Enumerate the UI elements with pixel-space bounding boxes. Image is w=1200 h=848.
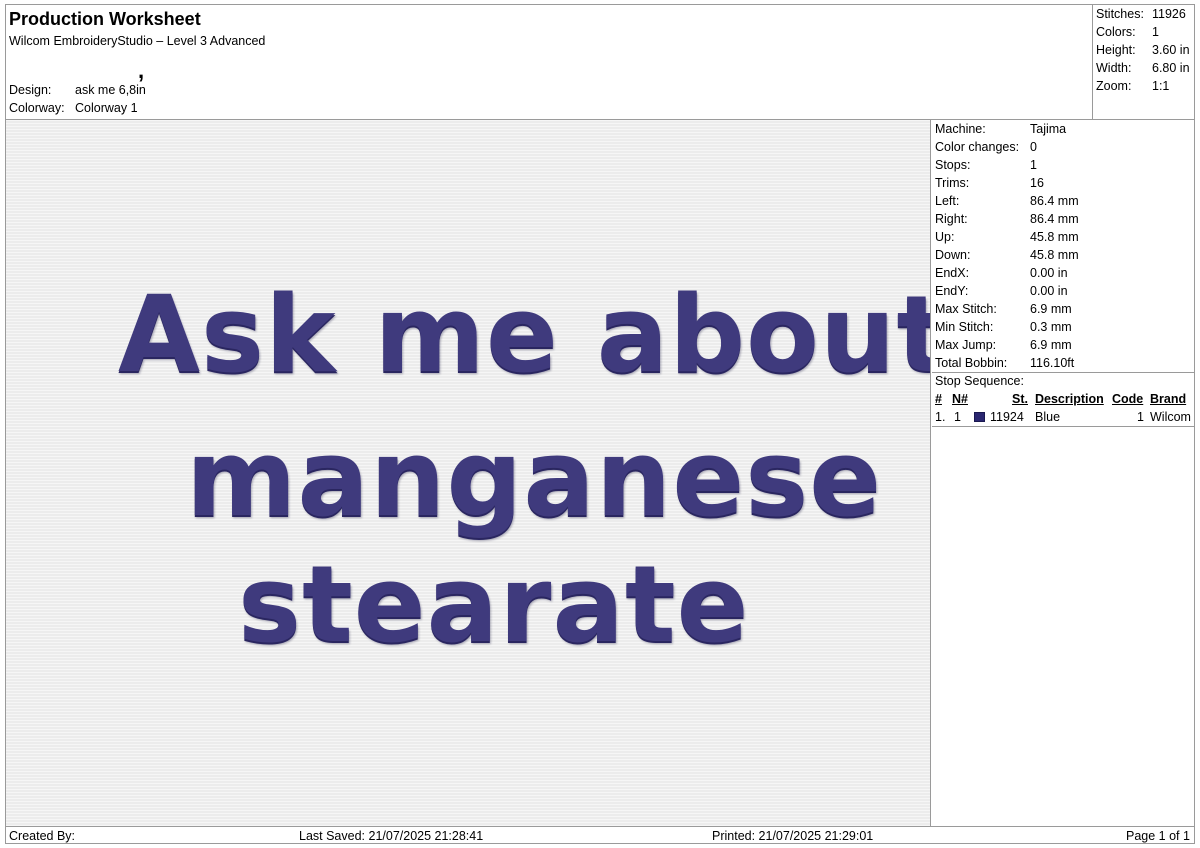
summary-row-zoom: Zoom: 1:1 [1093,77,1195,95]
design-label: Design: [9,83,52,97]
info-value: 16 [1030,176,1044,190]
cell-description: Blue [1035,410,1061,424]
info-label: Min Stitch: [935,320,994,334]
created-by: Created By: [9,829,76,843]
info-label: Total Bobbin: [935,356,1008,370]
info-label: Down: [935,248,971,262]
summary-label: Width: [1096,61,1132,75]
design-text-line-1: Ask me about [118,273,931,396]
info-value: 1 [1030,158,1037,172]
col-header-brand: Brand [1150,392,1187,406]
cell-index: 1. [935,410,946,424]
last-saved: Last Saved: 21/07/2025 21:28:41 [299,829,484,843]
info-value: 0.00 in [1030,266,1068,280]
summary-label: Colors: [1096,25,1136,39]
info-row-trims: Trims: 16 [932,174,1194,192]
info-row-min-stitch: Min Stitch: 0.3 mm [932,318,1194,336]
info-label: Machine: [935,122,986,136]
info-label: EndX: [935,266,970,280]
info-value: 6.9 mm [1030,302,1072,316]
design-text-line-2: manganese [186,417,883,540]
info-row-color-changes: Color changes: 0 [932,138,1194,156]
machine-info-panel: Machine: Tajima Color changes: 0 Stops: 1 T… [932,120,1194,826]
design-preview: Ask me about manganese stearate [6,120,931,826]
info-value: 45.8 mm [1030,248,1079,262]
cell-code: 1 [1137,410,1144,424]
info-label: EndY: [935,284,969,298]
summary-row-stitches: Stitches: 11926 [1093,5,1195,23]
summary-value: 1 [1152,25,1159,39]
info-row-max-jump: Max Jump: 6.9 mm [932,336,1194,354]
summary-value: 11926 [1152,7,1186,21]
stop-table-bottom-divider [932,426,1194,427]
info-label: Max Jump: [935,338,997,352]
info-value: 0.3 mm [1030,320,1072,334]
info-label: Stops: [935,158,971,172]
col-header-needle: N# [952,392,968,406]
info-row-endy: EndY: 0.00 in [932,282,1194,300]
col-header-code: Code [1112,392,1144,406]
info-label: Trims: [935,176,970,190]
worksheet-footer: Created By: Last Saved: 21/07/2025 21:28… [6,826,1194,844]
info-value: 116.10ft [1030,356,1075,370]
info-row-endx: EndX: 0.00 in [932,264,1194,282]
info-label: Up: [935,230,955,244]
summary-label: Height: [1096,43,1136,57]
info-row-up: Up: 45.8 mm [932,228,1194,246]
info-row-right: Right: 86.4 mm [932,210,1194,228]
design-value: ask me 6,8in [75,83,146,97]
printed-date: Printed: 21/07/2025 21:29:01 [712,829,874,843]
stop-sequence-title: Stop Sequence: [935,374,1024,388]
info-value: 6.9 mm [1030,338,1072,352]
summary-value: 6.80 in [1152,61,1190,75]
info-value: 0 [1030,140,1037,154]
info-value: 0.00 in [1030,284,1068,298]
cell-brand: Wilcom [1150,410,1191,424]
summary-row-width: Width: 6.80 in [1093,59,1195,77]
info-row-stops: Stops: 1 [932,156,1194,174]
summary-label: Zoom: [1096,79,1132,93]
info-value: 86.4 mm [1030,212,1079,226]
software-name: Wilcom EmbroideryStudio – Level 3 Advanc… [9,34,266,48]
design-summary: Stitches: 11926 Colors: 1 Height: 3.60 i… [1092,5,1194,119]
page-title: Production Worksheet [9,9,201,29]
info-label: Right: [935,212,968,226]
info-label: Max Stitch: [935,302,997,316]
info-value: 86.4 mm [1030,194,1079,208]
design-text-line-3: stearate [238,543,750,666]
info-row-left: Left: 86.4 mm [932,192,1194,210]
info-row-total-bobbin: Total Bobbin: 116.10ft [932,354,1194,372]
page-number: Page 1 of 1 [1126,829,1190,843]
worksheet-frame: Production Worksheet Wilcom EmbroiderySt… [5,4,1195,844]
thread-color-swatch [974,412,985,422]
embroidery-design: Ask me about manganese stearate [6,120,931,826]
col-header-index: # [935,392,942,406]
info-row-down: Down: 45.8 mm [932,246,1194,264]
colorway-value: Colorway 1 [75,101,138,115]
summary-value: 3.60 in [1152,43,1190,57]
col-header-stitches: St. [1012,392,1028,406]
summary-label: Stitches: [1096,7,1144,21]
info-row-machine: Machine: Tajima [932,120,1194,138]
info-value: Tajima [1030,122,1067,136]
summary-value: 1:1 [1152,79,1170,93]
info-label: Color changes: [935,140,1020,154]
cell-needle: 1 [954,410,961,424]
cell-stitches: 11924 [990,410,1024,424]
worksheet-header: Production Worksheet Wilcom EmbroiderySt… [6,5,1092,119]
col-header-description: Description [1035,392,1104,406]
info-label: Left: [935,194,960,208]
summary-row-height: Height: 3.60 in [1093,41,1195,59]
design-name-mark: , [138,58,145,83]
info-row-max-stitch: Max Stitch: 6.9 mm [932,300,1194,318]
colorway-label: Colorway: [9,101,65,115]
info-value: 45.8 mm [1030,230,1079,244]
summary-row-colors: Colors: 1 [1093,23,1195,41]
